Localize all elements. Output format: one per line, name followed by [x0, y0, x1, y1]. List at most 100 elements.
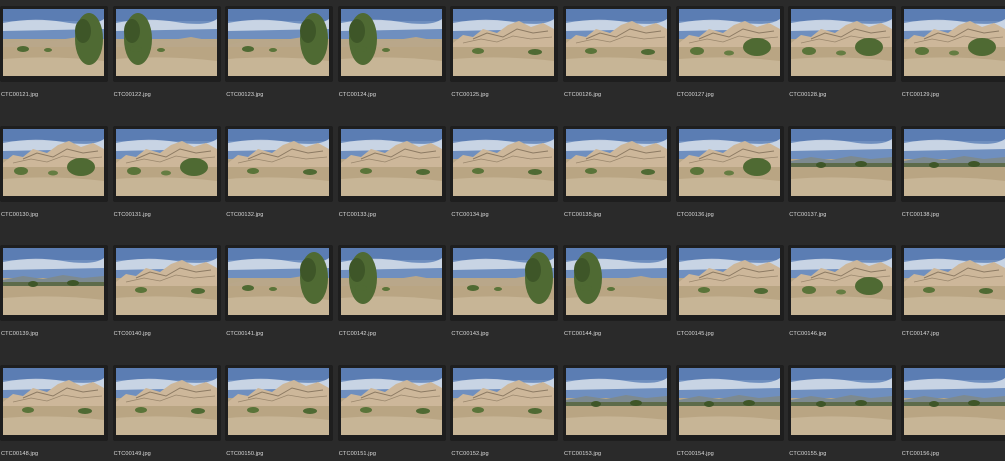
thumbnail-frame[interactable]	[563, 364, 671, 441]
thumbnail-item[interactable]: CTC00121.jpg	[0, 4, 108, 122]
thumbnail-item[interactable]: CTC00156.jpg	[900, 363, 1005, 461]
thumbnail-frame[interactable]	[675, 364, 784, 441]
thumbnail-item[interactable]: CTC00154.jpg	[675, 363, 784, 461]
thumbnail-image[interactable]	[228, 367, 330, 435]
thumbnail-frame[interactable]	[450, 364, 559, 441]
thumbnail-frame[interactable]	[900, 364, 1005, 441]
thumbnail-image[interactable]	[678, 9, 780, 76]
thumbnail-image[interactable]	[566, 128, 667, 196]
thumbnail-item[interactable]: CTC00141.jpg	[225, 243, 334, 361]
thumbnail-item[interactable]: CTC00122.jpg	[112, 4, 221, 122]
thumbnail-image[interactable]	[566, 367, 667, 435]
thumbnail-frame[interactable]	[225, 125, 334, 202]
thumbnail-image[interactable]	[228, 128, 330, 196]
thumbnail-image[interactable]	[3, 367, 104, 435]
thumbnail-frame[interactable]	[450, 125, 559, 202]
thumbnail-item[interactable]: CTC00148.jpg	[0, 363, 108, 461]
thumbnail-item[interactable]: CTC00127.jpg	[675, 4, 784, 122]
thumbnail-image[interactable]	[3, 128, 104, 196]
thumbnail-frame[interactable]	[788, 245, 897, 321]
thumbnail-item[interactable]: CTC00128.jpg	[788, 4, 897, 122]
thumbnail-item[interactable]: CTC00124.jpg	[337, 4, 446, 122]
thumbnail-image[interactable]	[453, 248, 555, 315]
thumbnail-frame[interactable]	[0, 6, 108, 82]
thumbnail-frame[interactable]	[450, 245, 559, 321]
thumbnail-item[interactable]: CTC00153.jpg	[563, 363, 671, 461]
thumbnail-frame[interactable]	[337, 364, 446, 441]
thumbnail-item[interactable]: CTC00152.jpg	[450, 363, 559, 461]
thumbnail-image[interactable]	[228, 248, 330, 315]
thumbnail-image[interactable]	[340, 248, 442, 315]
thumbnail-image[interactable]	[115, 248, 217, 315]
thumbnail-image[interactable]	[453, 367, 555, 435]
thumbnail-image[interactable]	[791, 367, 893, 435]
thumbnail-item[interactable]: CTC00129.jpg	[900, 4, 1005, 122]
thumbnail-frame[interactable]	[675, 125, 784, 202]
thumbnail-item[interactable]: CTC00130.jpg	[0, 124, 108, 242]
thumbnail-image[interactable]	[791, 128, 893, 196]
thumbnail-image[interactable]	[566, 248, 667, 315]
thumbnail-frame[interactable]	[112, 6, 221, 82]
thumbnail-frame[interactable]	[563, 125, 671, 202]
thumbnail-frame[interactable]	[112, 245, 221, 321]
thumbnail-image[interactable]	[903, 9, 1005, 76]
thumbnail-frame[interactable]	[900, 6, 1005, 82]
thumbnail-image[interactable]	[903, 128, 1005, 196]
thumbnail-item[interactable]: CTC00134.jpg	[450, 124, 559, 242]
thumbnail-item[interactable]: CTC00133.jpg	[337, 124, 446, 242]
thumbnail-image[interactable]	[678, 367, 780, 435]
thumbnail-item[interactable]: CTC00125.jpg	[450, 4, 559, 122]
thumbnail-image[interactable]	[115, 9, 217, 76]
thumbnail-frame[interactable]	[337, 245, 446, 321]
thumbnail-frame[interactable]	[900, 245, 1005, 321]
thumbnail-frame[interactable]	[337, 6, 446, 82]
thumbnail-image[interactable]	[3, 9, 104, 76]
thumbnail-image[interactable]	[340, 128, 442, 196]
thumbnail-image[interactable]	[115, 367, 217, 435]
thumbnail-image[interactable]	[791, 248, 893, 315]
thumbnail-frame[interactable]	[0, 364, 108, 441]
thumbnail-frame[interactable]	[788, 6, 897, 82]
thumbnail-image[interactable]	[453, 128, 555, 196]
thumbnail-frame[interactable]	[563, 245, 671, 321]
thumbnail-item[interactable]: CTC00144.jpg	[563, 243, 671, 361]
thumbnail-item[interactable]: CTC00126.jpg	[563, 4, 671, 122]
thumbnail-item[interactable]: CTC00146.jpg	[788, 243, 897, 361]
thumbnail-frame[interactable]	[900, 125, 1005, 202]
thumbnail-frame[interactable]	[563, 6, 671, 82]
thumbnail-item[interactable]: CTC00155.jpg	[788, 363, 897, 461]
thumbnail-item[interactable]: CTC00136.jpg	[675, 124, 784, 242]
thumbnail-frame[interactable]	[225, 364, 334, 441]
thumbnail-item[interactable]: CTC00131.jpg	[112, 124, 221, 242]
thumbnail-image[interactable]	[791, 9, 893, 76]
thumbnail-frame[interactable]	[0, 245, 108, 321]
thumbnail-item[interactable]: CTC00151.jpg	[337, 363, 446, 461]
thumbnail-item[interactable]: CTC00137.jpg	[788, 124, 897, 242]
thumbnail-image[interactable]	[340, 367, 442, 435]
thumbnail-image[interactable]	[453, 9, 555, 76]
thumbnail-frame[interactable]	[225, 6, 334, 82]
thumbnail-frame[interactable]	[225, 245, 334, 321]
thumbnail-frame[interactable]	[0, 125, 108, 202]
thumbnail-item[interactable]: CTC00150.jpg	[225, 363, 334, 461]
thumbnail-item[interactable]: CTC00149.jpg	[112, 363, 221, 461]
thumbnail-item[interactable]: CTC00140.jpg	[112, 243, 221, 361]
thumbnail-frame[interactable]	[788, 125, 897, 202]
thumbnail-item[interactable]: CTC00139.jpg	[0, 243, 108, 361]
thumbnail-item[interactable]: CTC00147.jpg	[900, 243, 1005, 361]
thumbnail-frame[interactable]	[112, 125, 221, 202]
thumbnail-item[interactable]: CTC00138.jpg	[900, 124, 1005, 242]
thumbnail-image[interactable]	[228, 9, 330, 76]
thumbnail-frame[interactable]	[788, 364, 897, 441]
thumbnail-image[interactable]	[678, 128, 780, 196]
thumbnail-item[interactable]: CTC00143.jpg	[450, 243, 559, 361]
thumbnail-item[interactable]: CTC00142.jpg	[337, 243, 446, 361]
thumbnail-image[interactable]	[903, 367, 1005, 435]
thumbnail-item[interactable]: CTC00123.jpg	[225, 4, 334, 122]
thumbnail-image[interactable]	[3, 248, 104, 315]
thumbnail-item[interactable]: CTC00132.jpg	[225, 124, 334, 242]
thumbnail-frame[interactable]	[675, 6, 784, 82]
thumbnail-image[interactable]	[903, 248, 1005, 315]
thumbnail-item[interactable]: CTC00135.jpg	[563, 124, 671, 242]
thumbnail-frame[interactable]	[675, 245, 784, 321]
